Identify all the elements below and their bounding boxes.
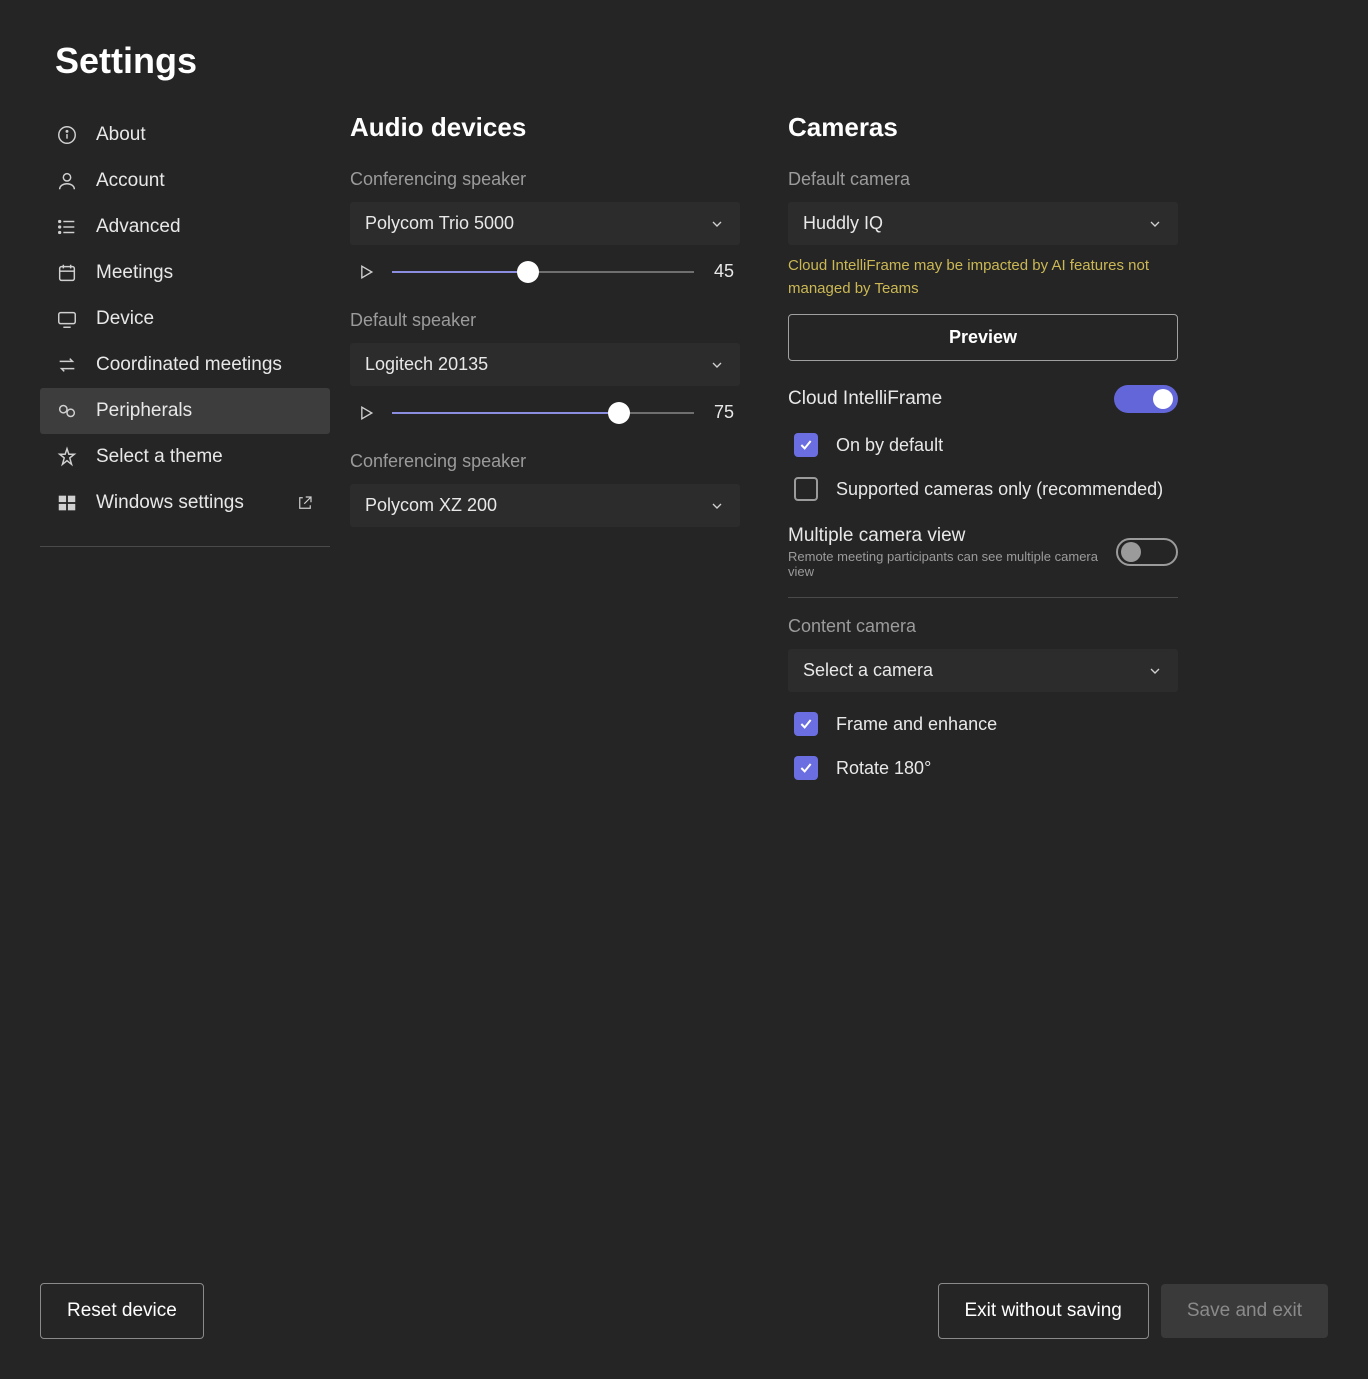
conf-speaker-label: Conferencing speaker	[350, 169, 740, 190]
sidebar-item-label: Meetings	[96, 262, 173, 284]
frame-enhance-label: Frame and enhance	[836, 714, 997, 735]
sidebar-item-coordinated-meetings[interactable]: Coordinated meetings	[40, 342, 330, 388]
page-title: Settings	[0, 0, 1368, 82]
play-icon[interactable]	[356, 262, 376, 282]
sidebar-item-device[interactable]: Device	[40, 296, 330, 342]
conf-speaker2-label: Conferencing speaker	[350, 451, 740, 472]
sidebar-item-label: Peripherals	[96, 400, 192, 422]
multi-view-label: Multiple camera view	[788, 525, 1116, 547]
sidebar-item-label: Advanced	[96, 216, 181, 238]
windows-icon	[56, 492, 78, 514]
audio-heading: Audio devices	[350, 112, 740, 143]
sidebar-item-label: Windows settings	[96, 492, 244, 514]
monitor-icon	[56, 308, 78, 330]
cameras-divider	[788, 597, 1178, 598]
supported-cameras-checkbox[interactable]	[794, 477, 818, 501]
exit-without-saving-button[interactable]: Exit without saving	[938, 1283, 1149, 1339]
chevron-down-icon	[709, 357, 725, 373]
rotate-180-checkbox[interactable]	[794, 756, 818, 780]
conf-speaker-volume-slider[interactable]	[392, 262, 694, 282]
sidebar: About Account Advanced Meetings Device C…	[0, 112, 350, 790]
default-camera-value: Huddly IQ	[803, 213, 883, 234]
intelliframe-label: Cloud IntelliFrame	[788, 388, 942, 410]
save-and-exit-button[interactable]: Save and exit	[1161, 1284, 1328, 1338]
intelliframe-toggle[interactable]	[1114, 385, 1178, 413]
content-camera-select[interactable]: Select a camera	[788, 649, 1178, 692]
reset-device-button[interactable]: Reset device	[40, 1283, 204, 1339]
sidebar-item-label: Coordinated meetings	[96, 354, 282, 376]
sidebar-item-about[interactable]: About	[40, 112, 330, 158]
sidebar-item-account[interactable]: Account	[40, 158, 330, 204]
on-by-default-label: On by default	[836, 435, 943, 456]
sidebar-item-windows-settings[interactable]: Windows settings	[40, 480, 330, 526]
default-speaker-value: Logitech 20135	[365, 354, 488, 375]
play-icon[interactable]	[356, 403, 376, 423]
default-speaker-volume-value: 75	[710, 402, 734, 423]
supported-cameras-label: Supported cameras only (recommended)	[836, 479, 1163, 500]
chevron-down-icon	[1147, 216, 1163, 232]
footer: Reset device Exit without saving Save an…	[40, 1283, 1328, 1339]
external-link-icon	[296, 494, 314, 512]
chevron-down-icon	[709, 498, 725, 514]
rotate-180-label: Rotate 180°	[836, 758, 931, 779]
chevron-down-icon	[1147, 663, 1163, 679]
multi-view-toggle[interactable]	[1116, 538, 1178, 566]
sidebar-item-select-theme[interactable]: Select a theme	[40, 434, 330, 480]
cameras-heading: Cameras	[788, 112, 1178, 143]
conf-speaker2-value: Polycom XZ 200	[365, 495, 497, 516]
person-icon	[56, 170, 78, 192]
audio-section: Audio devices Conferencing speaker Polyc…	[350, 112, 740, 790]
conf-speaker-volume-value: 45	[710, 261, 734, 282]
sidebar-item-meetings[interactable]: Meetings	[40, 250, 330, 296]
list-icon	[56, 216, 78, 238]
conf-speaker-select[interactable]: Polycom Trio 5000	[350, 202, 740, 245]
arrows-icon	[56, 354, 78, 376]
cameras-section: Cameras Default camera Huddly IQ Cloud I…	[788, 112, 1178, 790]
conf-speaker-value: Polycom Trio 5000	[365, 213, 514, 234]
conf-speaker2-select[interactable]: Polycom XZ 200	[350, 484, 740, 527]
content-camera-value: Select a camera	[803, 660, 933, 681]
sidebar-divider	[40, 546, 330, 547]
on-by-default-checkbox[interactable]	[794, 433, 818, 457]
camera-warning: Cloud IntelliFrame may be impacted by AI…	[788, 255, 1178, 300]
sidebar-item-label: Select a theme	[96, 446, 223, 468]
peripherals-icon	[56, 400, 78, 422]
frame-enhance-checkbox[interactable]	[794, 712, 818, 736]
calendar-icon	[56, 262, 78, 284]
info-icon	[56, 124, 78, 146]
theme-icon	[56, 446, 78, 468]
default-camera-select[interactable]: Huddly IQ	[788, 202, 1178, 245]
default-speaker-volume-slider[interactable]	[392, 403, 694, 423]
multi-view-sub: Remote meeting participants can see mult…	[788, 549, 1116, 579]
sidebar-item-label: About	[96, 124, 146, 146]
content-camera-label: Content camera	[788, 616, 1178, 637]
default-camera-label: Default camera	[788, 169, 1178, 190]
default-speaker-label: Default speaker	[350, 310, 740, 331]
default-speaker-select[interactable]: Logitech 20135	[350, 343, 740, 386]
chevron-down-icon	[709, 216, 725, 232]
sidebar-item-label: Device	[96, 308, 154, 330]
preview-button[interactable]: Preview	[788, 314, 1178, 361]
sidebar-item-peripherals[interactable]: Peripherals	[40, 388, 330, 434]
sidebar-item-label: Account	[96, 170, 165, 192]
sidebar-item-advanced[interactable]: Advanced	[40, 204, 330, 250]
